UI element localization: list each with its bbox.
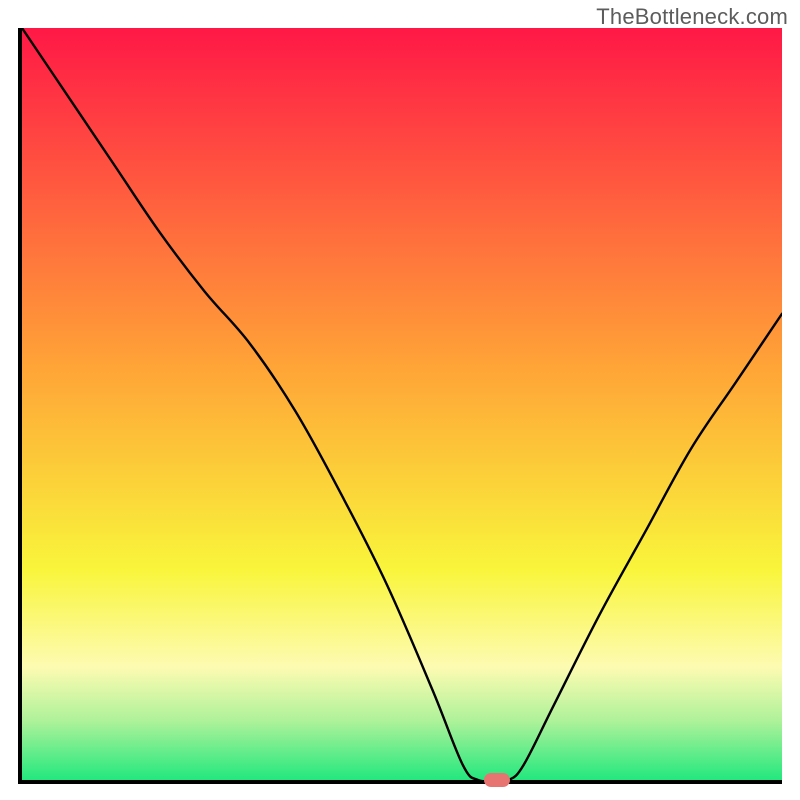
chart-frame	[18, 28, 782, 784]
chart-curve	[22, 28, 782, 780]
minimum-marker	[484, 773, 510, 787]
watermark-text: TheBottleneck.com	[596, 4, 788, 30]
